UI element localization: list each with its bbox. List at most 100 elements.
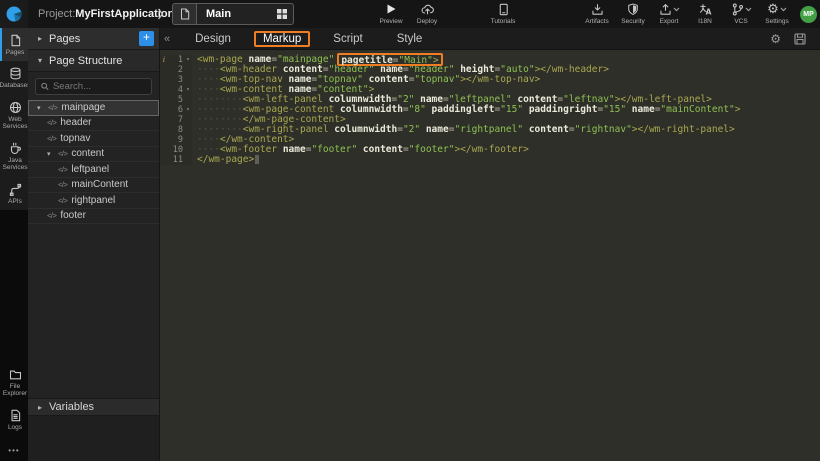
more-menu-button[interactable]: ••• xyxy=(0,438,28,461)
topbar-action-settings[interactable]: ⚙Settings xyxy=(764,2,790,25)
panel-footer xyxy=(28,416,159,461)
topbar-action-vcs[interactable]: VCS xyxy=(728,2,754,25)
attr-name: content xyxy=(357,144,403,155)
tab-style[interactable]: Style xyxy=(389,31,431,47)
tree-item-label: topnav xyxy=(60,133,90,144)
rail-top-group: Pages DatabasesWeb ServicesJava ServicesA… xyxy=(0,28,28,210)
tree-item-footer[interactable]: </>footer xyxy=(28,209,159,225)
svg-text:A: A xyxy=(705,7,711,15)
code-line-10[interactable]: 10····<wm-footer name="footer" content="… xyxy=(160,145,820,155)
topbar-action-label: Artifacts xyxy=(585,18,608,25)
tab-script[interactable]: Script xyxy=(325,31,370,47)
sidebar-item-java-services[interactable]: Java Services xyxy=(0,136,28,177)
collapse-panel-button[interactable]: « xyxy=(164,33,170,45)
wavemaker-logo-icon xyxy=(5,5,23,23)
sidebar-item-databases[interactable]: Databases xyxy=(0,61,28,94)
markup-code-editor[interactable]: i1▾<wm-page name="mainpage"pagetitle="Ma… xyxy=(160,50,820,461)
sidebar-item-apis[interactable]: APIs xyxy=(0,177,28,210)
add-page-button[interactable]: + xyxy=(139,31,154,46)
line-number: 4 xyxy=(168,85,184,95)
coffee-icon xyxy=(9,142,22,155)
git-branch-icon xyxy=(731,2,752,16)
user-avatar[interactable]: MP xyxy=(800,6,817,23)
gutter: 4▾ xyxy=(160,85,192,95)
code-line-11[interactable]: 11</wm-page> xyxy=(160,155,820,165)
gutter: 6▾ xyxy=(160,105,192,115)
topbar-mid-actions: Preview Deploy Tutorials xyxy=(378,2,516,25)
wavemaker-logo[interactable] xyxy=(0,0,28,28)
tree-item-label: mainpage xyxy=(61,102,105,113)
tab-design[interactable]: Design xyxy=(187,31,239,47)
layout-grid-icon[interactable] xyxy=(277,9,287,19)
search-container xyxy=(28,72,159,100)
tree-item-content[interactable]: ▾</>content xyxy=(28,147,159,163)
fold-toggle-icon[interactable]: ▾ xyxy=(184,85,192,95)
topbar-right-actions: Artifacts Security Export AI18N VCS ⚙Settings… xyxy=(584,2,817,25)
tree-item-rightpanel[interactable]: </>rightpanel xyxy=(28,193,159,209)
tree-item-mainpage[interactable]: ▾</> mainpage xyxy=(28,100,159,116)
attr-value: "rightnav" xyxy=(575,124,632,135)
tutorials-icon xyxy=(497,2,510,16)
widget-code-icon: </> xyxy=(47,118,56,127)
topbar-action-label: VCS xyxy=(734,18,747,25)
line-number: 9 xyxy=(168,135,184,145)
topbar-action-export[interactable]: Export xyxy=(656,2,682,25)
translate-icon: A xyxy=(699,2,712,16)
topbar-action-tutorials[interactable]: Tutorials xyxy=(490,2,516,25)
editor-tab-bar: « Design Markup Script Style ⚙ xyxy=(160,28,820,50)
line-number: 10 xyxy=(168,145,184,155)
tree-item-maincontent[interactable]: </>mainContent xyxy=(28,178,159,194)
tag-token: </wm-page> xyxy=(197,154,254,165)
attr-name: content xyxy=(523,124,569,135)
info-annotation-icon: i xyxy=(160,55,168,65)
page-structure-header[interactable]: ▾ Page Structure xyxy=(28,50,159,72)
topbar-action-deploy[interactable]: Deploy xyxy=(414,2,440,25)
open-page-tab[interactable]: Main xyxy=(172,3,294,25)
topbar-action-preview[interactable]: Preview xyxy=(378,2,404,25)
fold-toggle-icon[interactable]: ▾ xyxy=(184,105,192,115)
left-nav-rail: Pages DatabasesWeb ServicesJava ServicesA… xyxy=(0,28,28,461)
topbar-action-artifacts[interactable]: Artifacts xyxy=(584,2,610,25)
attr-name: paddingleft xyxy=(426,104,495,115)
gutter: 2 xyxy=(160,65,192,75)
chevron-down-icon[interactable]: ▾ xyxy=(47,150,58,158)
editor-settings-icon[interactable]: ⚙ xyxy=(770,33,781,45)
pages-panel-header[interactable]: ▸ Pages + xyxy=(28,28,159,50)
gutter: 5 xyxy=(160,95,192,105)
save-icon[interactable] xyxy=(794,33,806,45)
gutter: 8 xyxy=(160,125,192,135)
tree-item-leftpanel[interactable]: </>leftpanel xyxy=(28,162,159,178)
sidebar-item-logs[interactable]: Logs xyxy=(0,403,28,436)
topbar-action-security[interactable]: Security xyxy=(620,2,646,25)
top-bar: Project:MyFirstApplication Main PreviewD… xyxy=(0,0,820,28)
tree-item-label: rightpanel xyxy=(71,195,115,206)
chevron-down-icon: ▾ xyxy=(38,56,42,65)
topbar-action-label: Export xyxy=(660,18,679,25)
project-label: Project: xyxy=(38,8,75,20)
chevron-right-icon: ▸ xyxy=(38,34,42,43)
page-icon xyxy=(9,34,22,47)
chevron-down-icon xyxy=(745,7,752,12)
highlighted-code: pagetitle="Main"> xyxy=(341,56,438,65)
search-icon xyxy=(41,82,49,91)
chevron-down-icon[interactable]: ▾ xyxy=(37,104,48,112)
tab-markup[interactable]: Markup xyxy=(254,31,310,47)
topbar-action-i18n[interactable]: AI18N xyxy=(692,2,718,25)
tree-item-topnav[interactable]: </>topnav xyxy=(28,131,159,147)
api-icon xyxy=(9,183,22,196)
annotation-highlight-box: pagetitle="Main"> xyxy=(337,53,442,66)
sidebar-item-label: Pages xyxy=(6,49,24,56)
tag-token: ></wm-right-panel> xyxy=(632,124,735,135)
sidebar-item-pages[interactable]: Pages xyxy=(0,28,28,61)
page-tab-title: Main xyxy=(197,8,277,20)
variables-section[interactable]: ▸ Variables xyxy=(28,398,159,416)
search-input[interactable] xyxy=(53,81,146,92)
fold-toggle-icon[interactable]: ▾ xyxy=(184,55,192,65)
widget-code-icon: </> xyxy=(48,103,57,112)
sidebar-item-web-services[interactable]: Web Services xyxy=(0,95,28,136)
attr-value: "mainContent" xyxy=(660,104,734,115)
sidebar-item-label: File Explorer xyxy=(2,383,28,398)
code-text: </wm-page> xyxy=(197,155,259,165)
sidebar-item-file-explorer[interactable]: File Explorer xyxy=(0,362,28,403)
tree-item-header[interactable]: </>header xyxy=(28,116,159,132)
